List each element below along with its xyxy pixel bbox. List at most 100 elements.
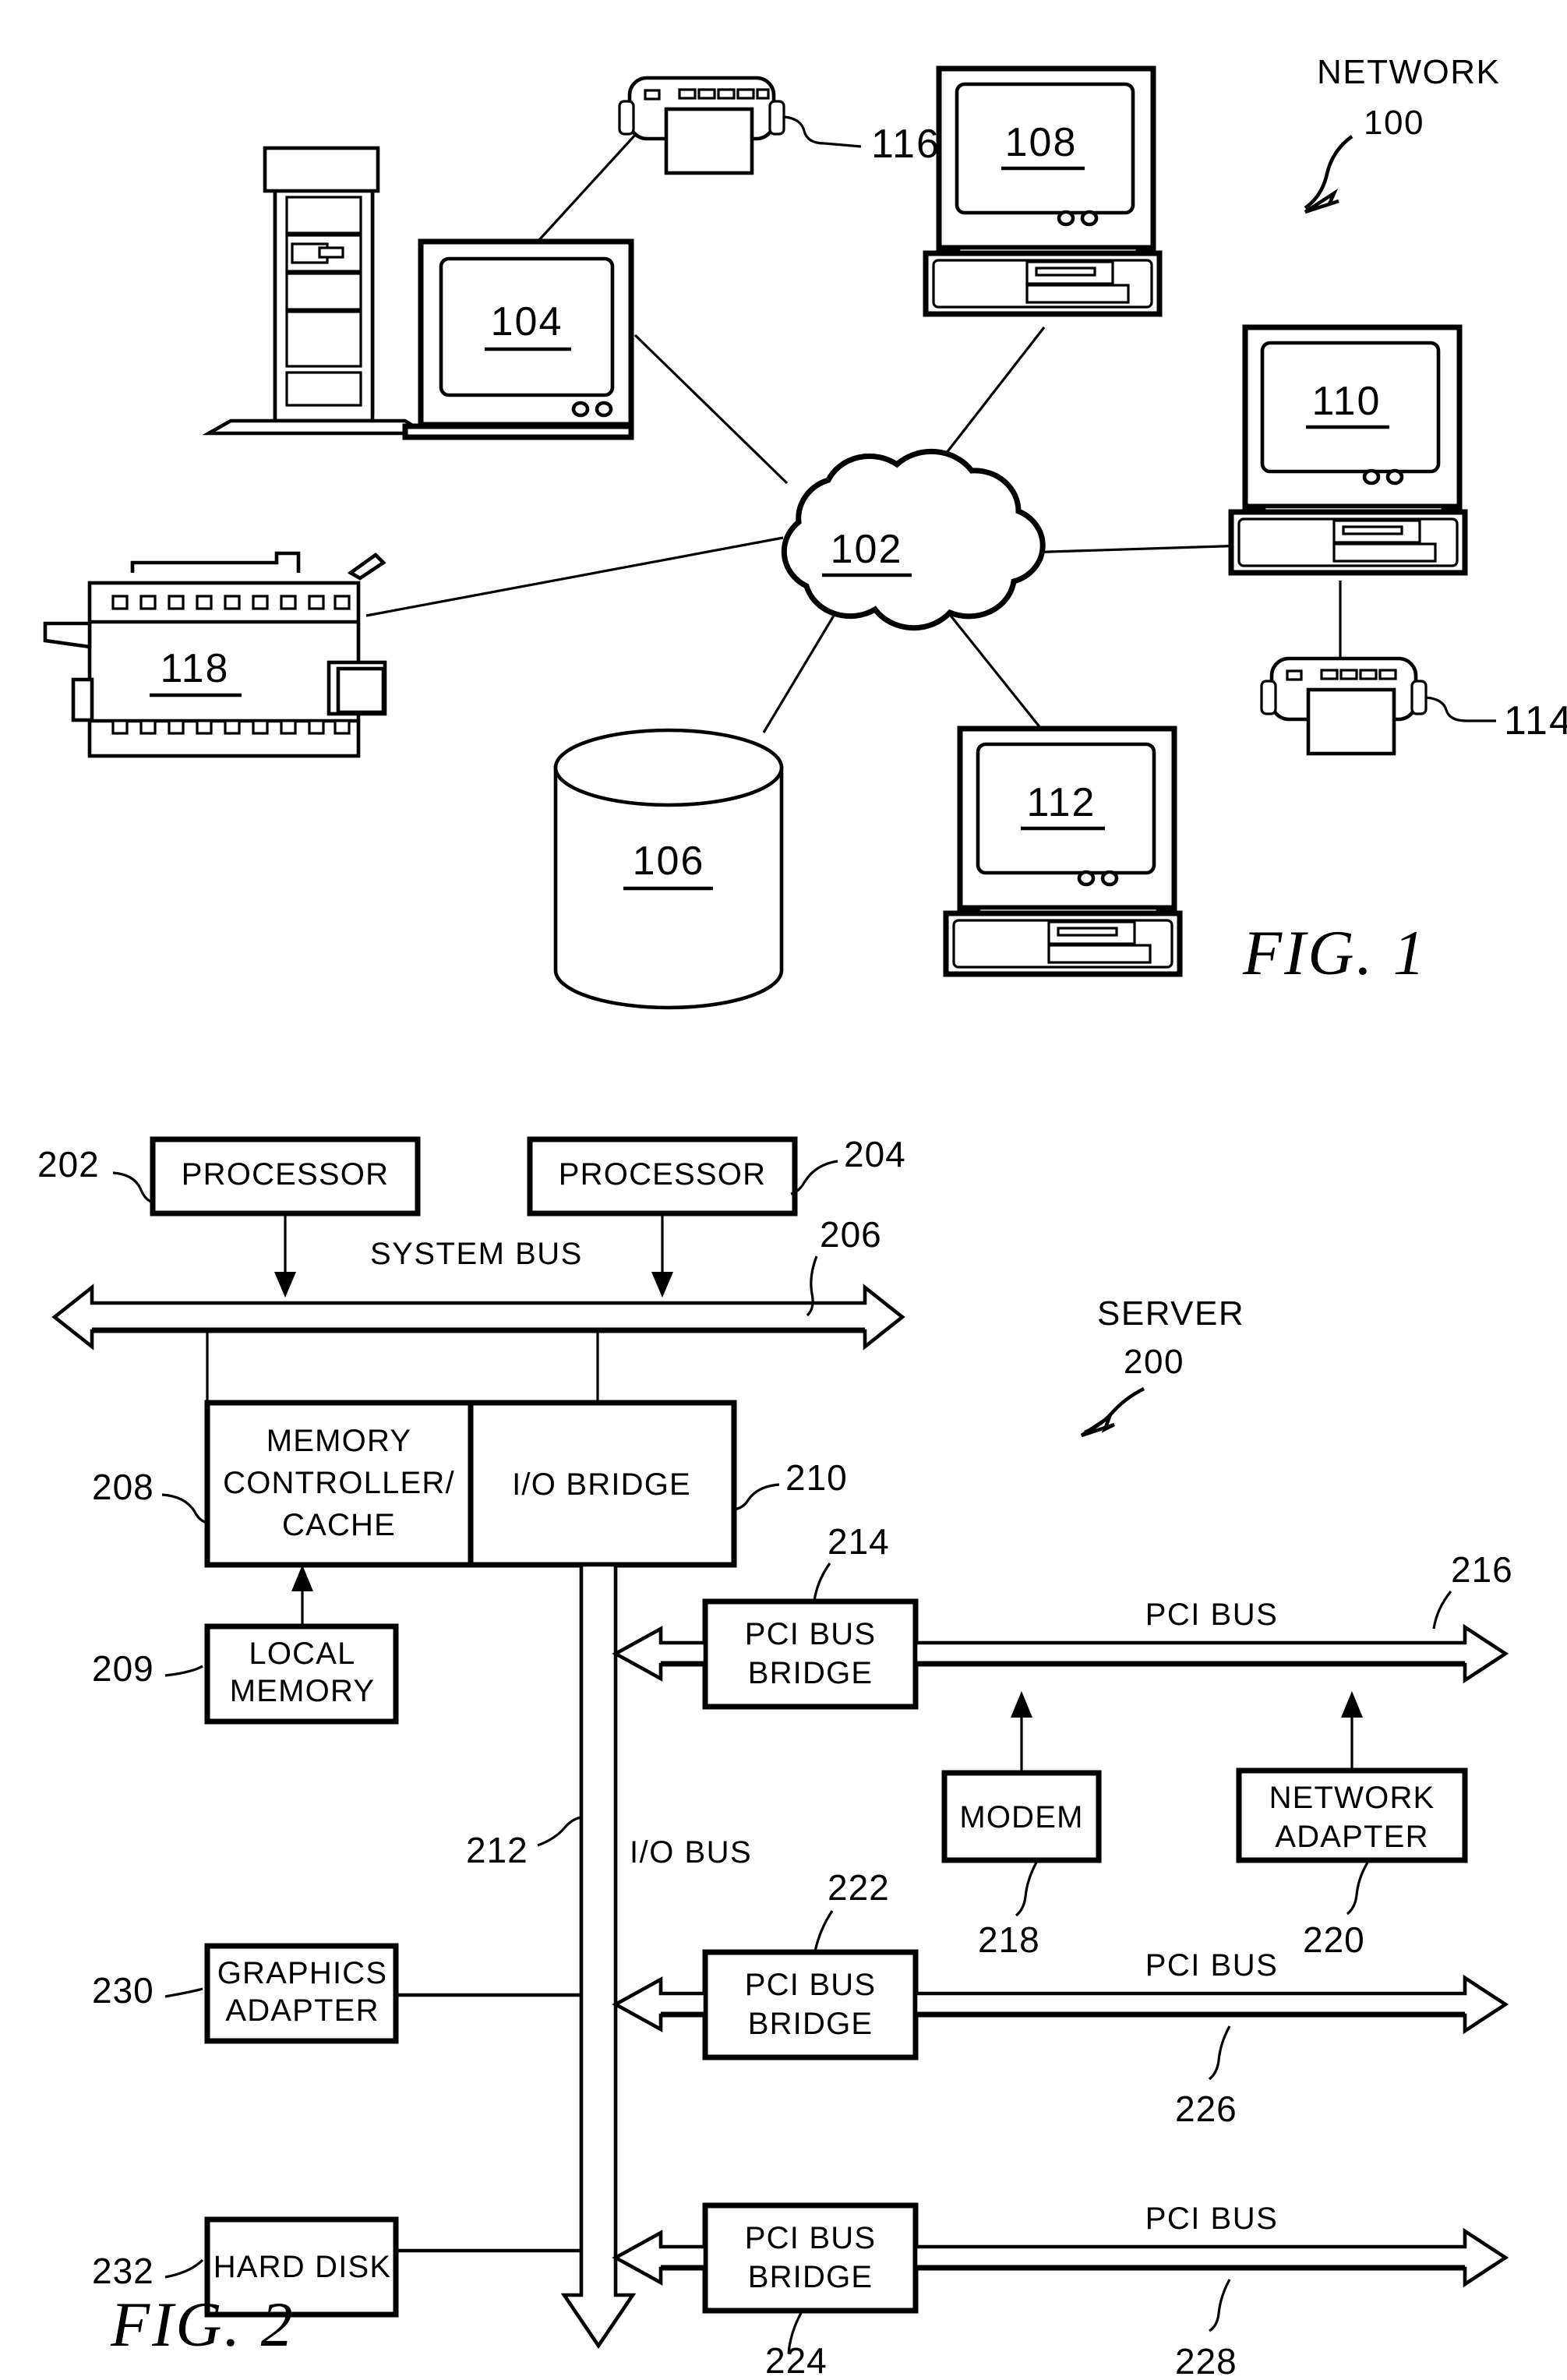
- device-118-left-flap: [43, 621, 92, 649]
- ref-118: 118: [161, 646, 230, 691]
- ref-204: 204: [844, 1134, 906, 1174]
- io-bridge-210-label: I/O BRIDGE: [512, 1467, 691, 1502]
- pci-bus-228-label: PCI BUS: [1145, 2202, 1279, 2236]
- network-adapter-220-block: NETWORK ADAPTER 220: [1236, 1691, 1468, 1960]
- memory-controller-208-label-line2: CONTROLLER/: [223, 1466, 455, 1500]
- system-bus-206: SYSTEM BUS 206: [51, 1214, 905, 1351]
- local-memory-arrowhead: [291, 1565, 313, 1591]
- cylinder-106-top: [553, 728, 784, 807]
- cpu-110-floppy: [1332, 519, 1421, 544]
- device-118-top-ledge: [130, 551, 301, 573]
- ref-114: 114: [1504, 698, 1567, 743]
- pci-bus-bridge-214-label-line1: PCI BUS: [745, 1617, 876, 1651]
- link-106-to-cloud: [762, 615, 835, 733]
- cloud-102-shape: [781, 448, 1046, 631]
- ref-108: 108: [1005, 120, 1078, 165]
- monitor-108-led-1: [1057, 210, 1075, 227]
- device-118-top-right-flap: [347, 552, 386, 581]
- device-118-bottom-slots: [111, 719, 351, 735]
- io-bus-label: I/O BUS: [630, 1835, 752, 1870]
- tower-104-drive-eject: [318, 246, 344, 259]
- mainframe-118: 118: [43, 551, 387, 758]
- pci-bus-228-arrow: [913, 2227, 1509, 2288]
- ref-206: 206: [820, 1214, 882, 1255]
- ref-202: 202: [37, 1144, 100, 1185]
- ref-226: 226: [1175, 2089, 1237, 2129]
- pci-bus-226-label: PCI BUS: [1145, 1948, 1279, 1983]
- printer-116-indicator: [644, 89, 661, 101]
- pci-bus-bridge-214-label-line2: BRIDGE: [748, 1656, 873, 1690]
- server-callout-number: 200: [1124, 1343, 1184, 1381]
- figure-1-group: 116 104 108 110 114 118 102 106 112 NETW…: [43, 53, 1567, 1010]
- printer-116-left-knob: [618, 100, 635, 136]
- ref-216-leader: [1432, 1590, 1452, 1630]
- ref-212-leader: [537, 1816, 582, 1847]
- printer-116-leader: [824, 142, 862, 148]
- modem-arrowhead: [1011, 1691, 1032, 1718]
- ref-202-leader: [112, 1171, 154, 1204]
- pci-bus-bridge-224-row: PCI BUS BRIDGE 224 PCI BUS 228: [612, 2202, 1509, 2380]
- pci-bus-bridge-224-label-line2: BRIDGE: [748, 2260, 873, 2294]
- cpu-112-cdrom: [1047, 944, 1152, 964]
- tower-104-bays: [285, 196, 362, 407]
- storage-cylinder-106: 106: [553, 728, 784, 1010]
- monitor-104-led-1: [571, 401, 590, 418]
- ref-210-leader: [733, 1483, 780, 1511]
- server-callout-arrowhead: [1080, 1412, 1116, 1438]
- network-callout-title: NETWORK: [1317, 53, 1500, 91]
- tower-104-top: [263, 146, 380, 193]
- cpu-108-floppy: [1025, 260, 1114, 285]
- modem-218-block: MODEM 218: [941, 1691, 1102, 1960]
- monitor-112-led-1: [1077, 870, 1096, 887]
- ref-222: 222: [828, 1867, 890, 1908]
- ref-230-leader: [164, 1987, 203, 1998]
- ref-232-leader: [164, 2258, 204, 2279]
- pci-bus-bridge-214-row: PCI BUS BRIDGE 214 PCI BUS 216: [612, 1521, 1513, 1710]
- pci-bus-226-arrow: [913, 1974, 1509, 2035]
- printer-116-cable: [783, 115, 825, 145]
- link-104-to-printer116: [536, 131, 639, 243]
- printer-114-paper: [1306, 687, 1396, 756]
- device-118-left-port: [71, 677, 94, 722]
- ref-210: 210: [785, 1457, 848, 1498]
- ref-224: 224: [765, 2340, 828, 2380]
- server-stack-104: 104: [202, 146, 634, 440]
- cpu-110-cdrom: [1332, 542, 1437, 563]
- ref-209-leader: [164, 1665, 203, 1677]
- network-adapter-220-label-line2: ADAPTER: [1275, 1820, 1428, 1854]
- processor-202-block: PROCESSOR 202: [37, 1136, 421, 1298]
- desktop-computer-112: 112: [943, 726, 1183, 977]
- ref-216: 216: [1451, 1549, 1513, 1590]
- ref-212: 212: [466, 1830, 528, 1870]
- monitor-112-led-2: [1100, 870, 1119, 887]
- ref-208: 208: [92, 1467, 154, 1507]
- pci-bus-bridge-224-label-line1: PCI BUS: [745, 2221, 876, 2255]
- pci-bus-bridge-222-row: PCI BUS BRIDGE 222 PCI BUS 226: [612, 1867, 1509, 2129]
- graphics-adapter-230-block: GRAPHICS ADAPTER 230: [92, 1943, 581, 2044]
- network-100-callout: NETWORK 100: [1304, 53, 1500, 214]
- hard-disk-232-label: HARD DISK: [214, 2250, 392, 2284]
- figure-2-group: PROCESSOR 202 PROCESSOR 204 SYSTEM BUS 2…: [37, 1134, 1513, 2380]
- pci-bus-bridge-222-label-line2: BRIDGE: [748, 2007, 873, 2041]
- processor-204-label: PROCESSOR: [559, 1157, 766, 1192]
- cpu-108-cdrom: [1025, 284, 1130, 304]
- ref-230: 230: [92, 1970, 154, 2011]
- printer-116-paper: [664, 107, 754, 175]
- graphics-adapter-230-label-line2: ADAPTER: [225, 1993, 379, 2028]
- ref-110: 110: [1312, 379, 1382, 424]
- ref-209: 209: [92, 1648, 154, 1689]
- printer-116-right-knob: [768, 100, 785, 136]
- pci-214-left-arrow: [612, 1626, 708, 1682]
- ref-222-leader: [813, 1910, 834, 1952]
- pci-bus-216-label: PCI BUS: [1145, 1598, 1279, 1632]
- memory-controller-208-label-line1: MEMORY: [266, 1424, 411, 1458]
- ref-220: 220: [1303, 1919, 1365, 1960]
- ref-102: 102: [831, 527, 903, 572]
- ref-214: 214: [828, 1521, 890, 1562]
- printer-116: 116: [618, 76, 939, 175]
- monitor-110-led-1: [1362, 468, 1381, 486]
- monitor-110-led-2: [1385, 468, 1404, 486]
- monitor-104-led-2: [595, 401, 613, 418]
- netadapter-arrowhead: [1341, 1691, 1363, 1718]
- memory-controller-208-label-line3: CACHE: [282, 1508, 396, 1542]
